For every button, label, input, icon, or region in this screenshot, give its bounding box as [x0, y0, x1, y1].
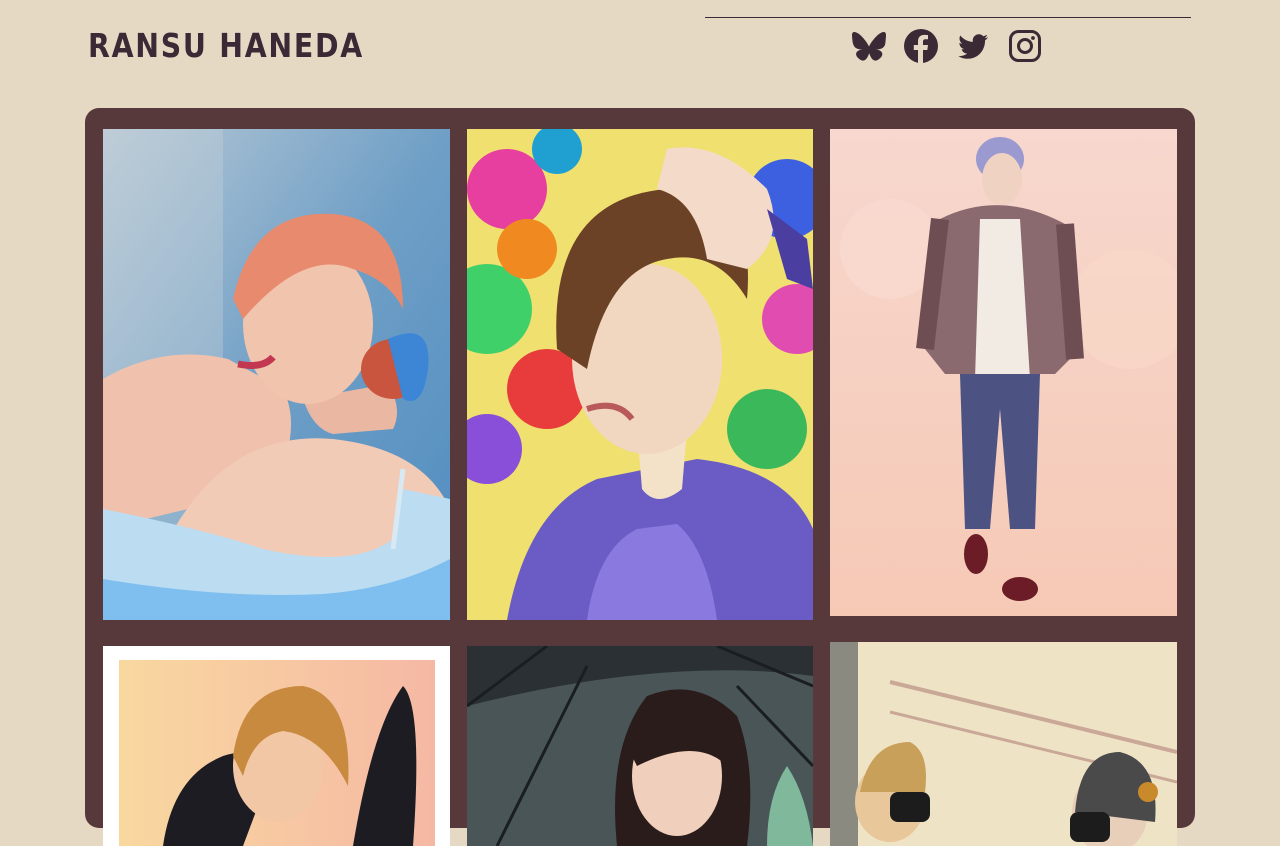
artwork-4-image	[103, 646, 450, 846]
artwork-3-image	[830, 129, 1177, 616]
bluesky-link[interactable]	[851, 28, 887, 64]
artwork-2[interactable]	[467, 129, 813, 620]
artwork-1-image	[103, 129, 450, 620]
site-title[interactable]: RANSU HANEDA	[88, 26, 364, 66]
artwork-gallery	[85, 108, 1195, 846]
artwork-6-image	[830, 642, 1177, 846]
artwork-5[interactable]	[467, 646, 813, 846]
artwork-3[interactable]	[830, 129, 1177, 616]
facebook-link[interactable]	[903, 28, 939, 64]
artwork-2-image	[467, 129, 813, 620]
twitter-icon	[958, 34, 988, 59]
header-divider	[705, 17, 1191, 18]
artwork-1[interactable]	[103, 129, 450, 620]
artwork-6[interactable]	[830, 642, 1177, 846]
artwork-4[interactable]	[103, 646, 450, 846]
artwork-5-image	[467, 646, 813, 846]
site-header: RANSU HANEDA	[0, 0, 1280, 108]
facebook-icon	[904, 29, 938, 63]
instagram-icon	[1009, 30, 1041, 62]
instagram-link[interactable]	[1007, 28, 1043, 64]
bluesky-icon	[852, 31, 886, 61]
twitter-link[interactable]	[955, 28, 991, 64]
social-links	[851, 28, 1043, 64]
